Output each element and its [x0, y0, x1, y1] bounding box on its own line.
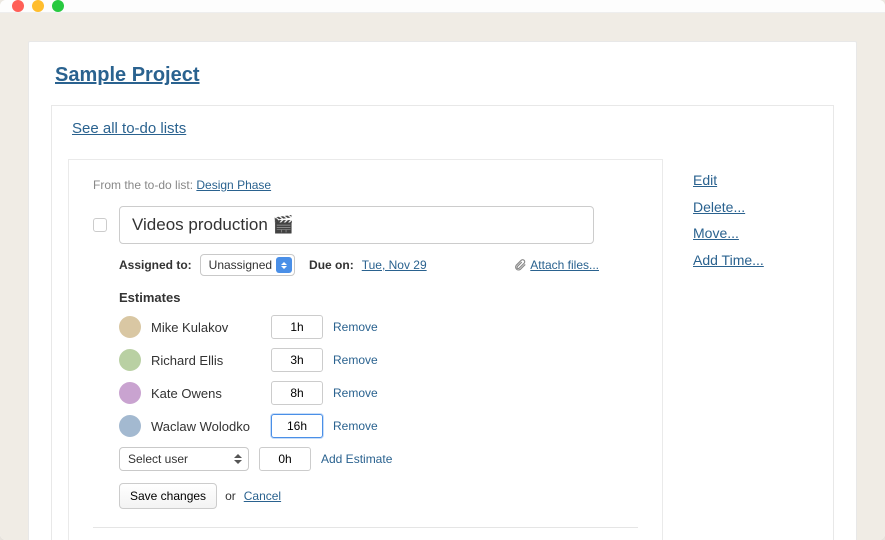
minimize-window-icon[interactable]	[32, 0, 44, 12]
add-estimate-row: Select user Add Estimate	[119, 447, 638, 471]
estimate-row: Richard Ellis Remove	[119, 348, 638, 372]
save-row: Save changes or Cancel	[119, 483, 638, 509]
avatar	[119, 382, 141, 404]
avatar	[119, 415, 141, 437]
assigned-to-select[interactable]: Unassigned	[200, 254, 295, 276]
estimate-hours-input[interactable]	[271, 381, 323, 405]
from-list-link[interactable]: Design Phase	[196, 178, 271, 192]
due-on-label: Due on:	[309, 258, 354, 272]
avatar	[119, 349, 141, 371]
close-window-icon[interactable]	[12, 0, 24, 12]
attach-files-text: Attach files...	[530, 258, 599, 272]
cancel-link[interactable]: Cancel	[244, 489, 281, 503]
estimate-user-name: Richard Ellis	[151, 353, 261, 368]
meta-row: Assigned to: Unassigned Due on: Tue, Nov…	[119, 254, 599, 276]
discuss-heading: Discuss this to-do	[93, 528, 638, 540]
todo-title-row	[93, 206, 638, 244]
attach-files-link[interactable]: Attach files...	[513, 258, 599, 272]
project-title-link[interactable]: Sample Project	[55, 64, 830, 87]
edit-link[interactable]: Edit	[693, 167, 813, 194]
save-changes-button[interactable]: Save changes	[119, 483, 217, 509]
todo-title-input[interactable]	[119, 206, 594, 244]
estimate-hours-input[interactable]	[271, 348, 323, 372]
app-window: Sample Project See all to-do lists From …	[0, 0, 885, 540]
chevron-updown-icon	[232, 451, 244, 467]
remove-estimate-link[interactable]: Remove	[333, 353, 378, 367]
remove-estimate-link[interactable]: Remove	[333, 419, 378, 433]
mid-panel: See all to-do lists From the to-do list:…	[51, 105, 834, 540]
remove-estimate-link[interactable]: Remove	[333, 386, 378, 400]
due-date-link[interactable]: Tue, Nov 29	[362, 258, 427, 272]
move-link[interactable]: Move...	[693, 220, 813, 247]
estimate-row: Waclaw Wolodko Remove	[119, 414, 638, 438]
new-estimate-hours-input[interactable]	[259, 447, 311, 471]
paperclip-icon	[513, 258, 527, 272]
assigned-to-label: Assigned to:	[119, 258, 192, 272]
from-text: From the to-do list:	[93, 178, 196, 192]
add-time-link[interactable]: Add Time...	[693, 247, 813, 274]
see-all-lists-link[interactable]: See all to-do lists	[72, 120, 186, 137]
outer-panel: Sample Project See all to-do lists From …	[28, 41, 857, 540]
maximize-window-icon[interactable]	[52, 0, 64, 12]
add-estimate-link[interactable]: Add Estimate	[321, 452, 392, 466]
todo-checkbox[interactable]	[93, 218, 107, 232]
assigned-to-value: Unassigned	[209, 258, 272, 272]
estimate-user-name: Waclaw Wolodko	[151, 419, 261, 434]
side-actions: Edit Delete... Move... Add Time...	[693, 159, 813, 540]
from-line: From the to-do list: Design Phase	[93, 178, 638, 192]
delete-link[interactable]: Delete...	[693, 194, 813, 221]
content-area: Sample Project See all to-do lists From …	[0, 13, 885, 540]
estimate-row: Kate Owens Remove	[119, 381, 638, 405]
inner-wrap: From the to-do list: Design Phase Assign…	[72, 147, 813, 540]
chevron-updown-icon	[276, 257, 292, 273]
estimate-user-name: Mike Kulakov	[151, 320, 261, 335]
estimates-list: Mike KulakovRemoveRichard EllisRemoveKat…	[93, 315, 638, 438]
remove-estimate-link[interactable]: Remove	[333, 320, 378, 334]
estimates-heading: Estimates	[119, 290, 638, 305]
select-user-dropdown[interactable]: Select user	[119, 447, 249, 471]
window-titlebar	[0, 0, 885, 13]
select-user-label: Select user	[128, 452, 188, 466]
estimate-user-name: Kate Owens	[151, 386, 261, 401]
estimate-hours-input[interactable]	[271, 414, 323, 438]
estimate-row: Mike Kulakov Remove	[119, 315, 638, 339]
or-text: or	[225, 489, 236, 503]
avatar	[119, 316, 141, 338]
estimate-hours-input[interactable]	[271, 315, 323, 339]
main-column: From the to-do list: Design Phase Assign…	[68, 159, 663, 540]
